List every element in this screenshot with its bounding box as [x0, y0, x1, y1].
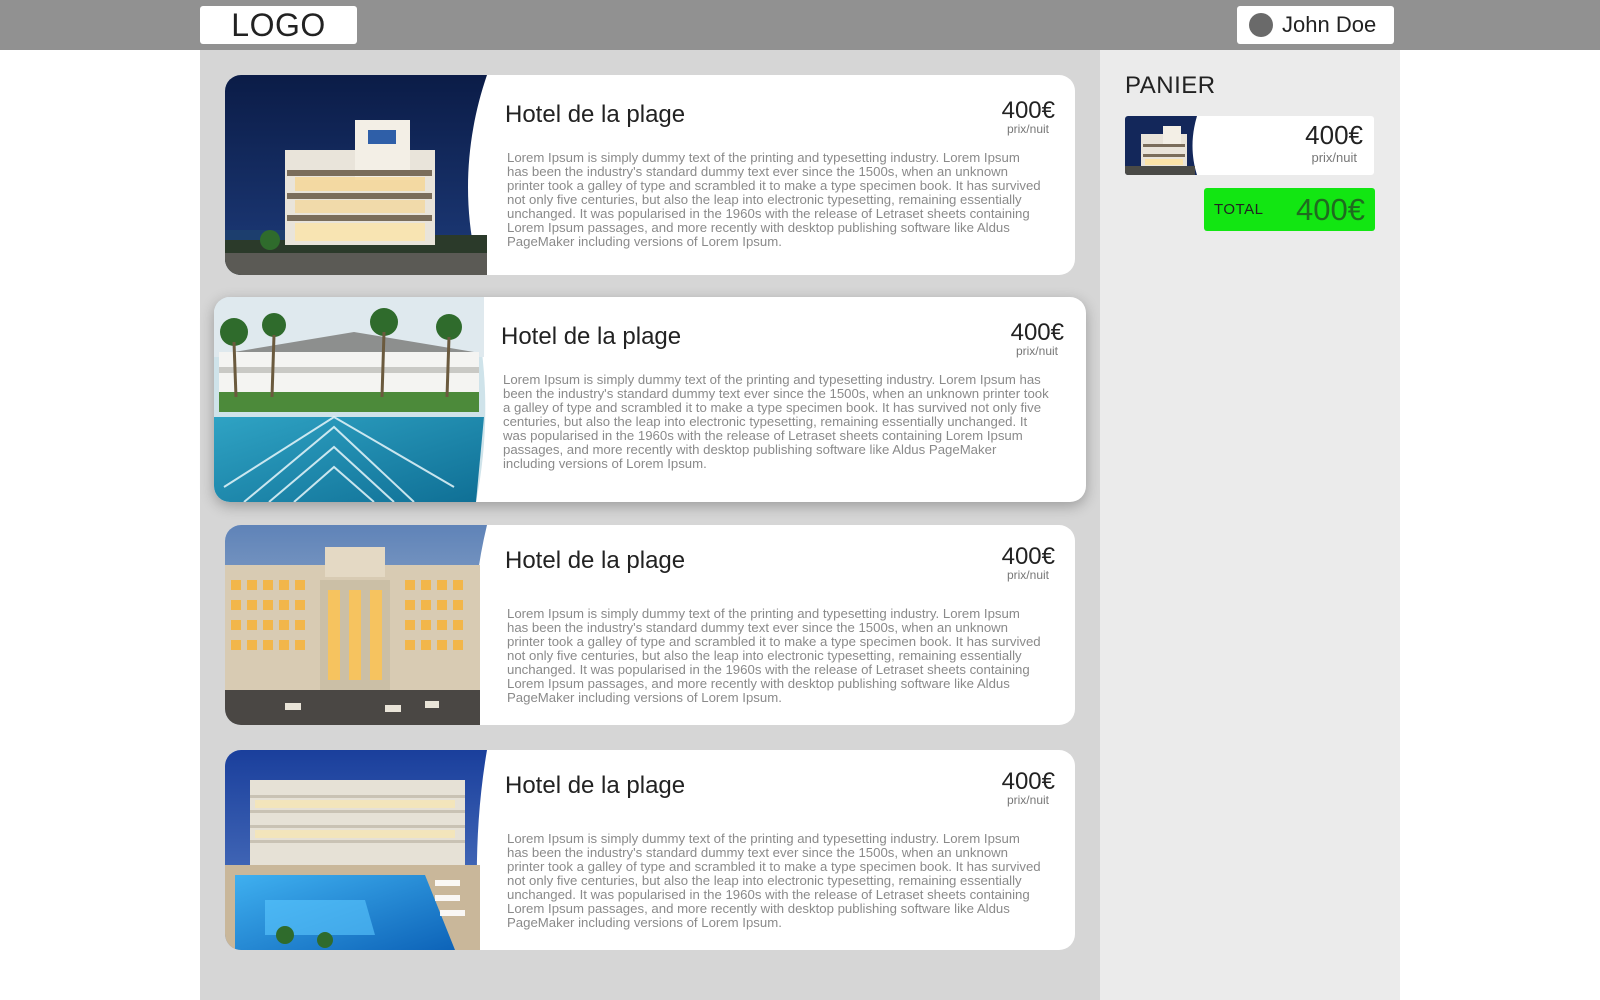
total-value: 400€ [1296, 192, 1365, 227]
cart-item-unit: prix/nuit [1311, 150, 1357, 165]
hotel-card[interactable]: Hotel de la plage 400€ prix/nuit Lorem I… [225, 750, 1075, 950]
hotel-description: Lorem Ipsum is simply dummy text of the … [507, 831, 1041, 930]
total-box: TOTAL 400€ [1204, 188, 1375, 231]
hotel-title: Hotel de la plage [501, 323, 682, 350]
user-menu[interactable]: John Doe [1237, 6, 1394, 44]
price-unit: prix/nuit [1006, 793, 1049, 807]
hotel-title: Hotel de la plage [505, 772, 686, 799]
hotel-photo [214, 297, 492, 502]
hotel-price: 400€ [1001, 543, 1055, 570]
logo[interactable]: LOGO [200, 6, 357, 44]
hotel-description: Lorem Ipsum is simply dummy text of the … [503, 372, 1049, 471]
hotel-description: Lorem Ipsum is simply dummy text of the … [507, 150, 1041, 249]
hotel-photo [225, 525, 495, 725]
hotel-title: Hotel de la plage [505, 547, 686, 574]
hotel-price: 400€ [1001, 768, 1055, 795]
cart-item[interactable]: 400€ prix/nuit [1125, 116, 1374, 175]
hotel-title: Hotel de la plage [505, 101, 686, 128]
price-unit: prix/nuit [1006, 568, 1049, 582]
hotel-list: Hotel de la plage 400€ prix/nuit Lorem I… [200, 50, 1100, 1000]
hotel-price: 400€ [1010, 319, 1064, 346]
cart-item-price: 400€ [1305, 120, 1363, 150]
cart-title: PANIER [1125, 72, 1216, 99]
hotel-card[interactable]: Hotel de la plage 400€ prix/nuit Lorem I… [214, 297, 1086, 502]
hotel-photo [225, 75, 495, 275]
cart-panel: PANIER 400€ prix/nuit TOTAL 400€ [1100, 50, 1400, 1000]
avatar [1249, 13, 1273, 37]
hotel-description: Lorem Ipsum is simply dummy text of the … [507, 606, 1041, 705]
top-bar: LOGO John Doe [0, 0, 1600, 50]
hotel-price: 400€ [1001, 97, 1055, 124]
user-name: John Doe [1282, 12, 1377, 37]
price-unit: prix/nuit [1015, 344, 1058, 358]
hotel-card[interactable]: Hotel de la plage 400€ prix/nuit Lorem I… [225, 525, 1075, 725]
cart-item-thumbnail [1125, 116, 1203, 175]
hotel-card[interactable]: Hotel de la plage 400€ prix/nuit Lorem I… [225, 75, 1075, 275]
hotel-photo [225, 750, 495, 950]
total-label: TOTAL [1214, 201, 1264, 218]
price-unit: prix/nuit [1006, 122, 1049, 136]
